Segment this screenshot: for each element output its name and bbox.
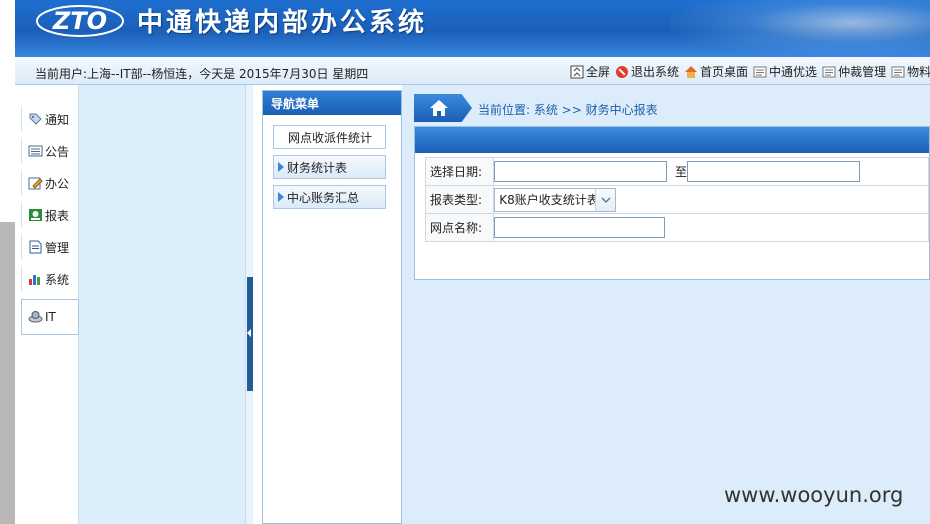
site-name-input[interactable] [494, 217, 666, 238]
watermark: www.wooyun.org [724, 483, 904, 507]
date-from-input[interactable] [494, 161, 668, 182]
list-icon [28, 145, 43, 157]
info-bar: 当前用户:上海--IT部--杨恒连，今天是 2015年7月30日 星期四 全屏 … [15, 57, 930, 85]
fullscreen-link[interactable]: 全屏 [570, 63, 610, 80]
doc-icon [753, 66, 767, 77]
collapse-arrow-icon [247, 329, 251, 337]
tree-panel [79, 85, 245, 524]
system-title: 中通快递内部办公系统 [137, 8, 428, 38]
home-desktop-label: 首页桌面 [700, 65, 749, 79]
sidebar-item-office[interactable]: 办公 [21, 170, 79, 196]
form-row-site: 网点名称: [424, 213, 929, 242]
sidebar-item-label: IT [45, 310, 56, 324]
nav-item-center-accounts[interactable]: 中心账务汇总 [273, 185, 386, 209]
exit-system-label: 退出系统 [631, 65, 680, 79]
app-header: ZTO 中通快递内部办公系统 [15, 0, 930, 57]
window-edge-grey [0, 222, 15, 524]
exit-icon [616, 65, 629, 78]
report-type-label: 报表类型: [424, 185, 495, 214]
chart-icon [29, 209, 42, 221]
nav-item-site-stats[interactable]: 网点收派件统计 [273, 125, 386, 149]
breadcrumb-home[interactable] [414, 94, 472, 122]
sidebar-item-manage[interactable]: 管理 [21, 234, 79, 260]
header-glow [670, 0, 930, 57]
arbitration-label: 仲裁管理 [838, 65, 887, 79]
breadcrumb-text: 当前位置: 系统 >> 财务中心报表 [478, 103, 658, 117]
home-desktop-link[interactable]: 首页桌面 [684, 63, 748, 80]
chevron-down-icon[interactable] [595, 188, 616, 211]
date-to-input[interactable] [687, 161, 861, 182]
nav-item-label: 网点收派件统计 [288, 130, 373, 145]
svg-text:ZTO: ZTO [52, 7, 107, 35]
nav-menu: 导航菜单 网点收派件统计 财务统计表 中心账务汇总 [262, 90, 402, 524]
query-form-table: 选择日期: 至 报表类型: K8账户收支统计表 网点名称: [424, 157, 929, 242]
zto-select-label: 中通优选 [769, 65, 818, 79]
query-form: 选择日期: 至 报表类型: K8账户收支统计表 网点名称: [414, 126, 930, 280]
sidebar-item-it[interactable]: IT [21, 299, 79, 335]
form-header-bar [415, 127, 929, 153]
nav-menu-title: 导航菜单 [263, 91, 401, 115]
sidebar-item-notice[interactable]: 通知 [21, 106, 79, 132]
exit-system-link[interactable]: 退出系统 [615, 63, 679, 80]
breadcrumb: 当前位置: 系统 >> 财务中心报表 [414, 94, 930, 122]
sidebar-item-label: 报表 [45, 208, 70, 223]
fullscreen-label: 全屏 [586, 65, 611, 79]
report-type-cell: K8账户收支统计表 [493, 185, 929, 214]
date-range-cell: 至 [493, 157, 929, 186]
nav-item-label: 中心账务汇总 [287, 190, 360, 205]
panel-splitter[interactable] [245, 85, 253, 524]
sidebar-item-label: 管理 [45, 240, 70, 255]
date-to-label: 至 [675, 164, 688, 179]
materials-label: 物料 [907, 65, 930, 79]
report-type-select[interactable]: K8账户收支统计表 [494, 187, 617, 212]
bar-chart-icon [29, 275, 40, 285]
form-row-report-type: 报表类型: K8账户收支统计表 [424, 185, 929, 214]
page-icon [29, 240, 42, 254]
home-icon [685, 65, 698, 78]
current-user-info: 当前用户:上海--IT部--杨恒连，今天是 2015年7月30日 星期四 [35, 67, 369, 81]
nav-item-label: 财务统计表 [287, 160, 348, 175]
arbitration-link[interactable]: 仲裁管理 [822, 63, 886, 80]
triangle-right-icon [278, 162, 284, 172]
sidebar-item-system[interactable]: 系统 [21, 266, 79, 292]
sidebar-item-label: 系统 [45, 272, 70, 287]
date-label: 选择日期: [424, 157, 495, 186]
site-name-cell [493, 213, 929, 242]
window-edge [0, 0, 15, 524]
top-links: 全屏 退出系统 首页桌面 中通优选 仲裁管理 物料 [570, 63, 930, 80]
triangle-right-icon [278, 192, 284, 202]
module-sidebar: 通知 公告 办公 报表 管理 系统 IT [15, 85, 79, 524]
fullscreen-icon [570, 65, 584, 78]
sidebar-item-bulletin[interactable]: 公告 [21, 138, 79, 164]
zto-select-link[interactable]: 中通优选 [753, 63, 817, 80]
form-row-date: 选择日期: 至 [424, 157, 929, 186]
zto-logo-icon: ZTO [36, 5, 124, 37]
materials-link[interactable]: 物料 [891, 63, 930, 80]
disk-icon [28, 311, 43, 323]
sidebar-item-reports[interactable]: 报表 [21, 202, 79, 228]
doc-icon [822, 66, 836, 77]
nav-item-finance-stats[interactable]: 财务统计表 [273, 155, 386, 179]
sidebar-item-label: 公告 [45, 144, 70, 159]
tag-icon [29, 113, 42, 125]
sidebar-item-label: 办公 [45, 176, 70, 191]
report-type-value: K8账户收支统计表 [499, 193, 596, 207]
home-icon [430, 100, 448, 116]
edit-icon [28, 177, 43, 190]
site-name-label: 网点名称: [424, 213, 495, 242]
doc-icon [891, 66, 905, 77]
sidebar-item-label: 通知 [45, 112, 70, 127]
